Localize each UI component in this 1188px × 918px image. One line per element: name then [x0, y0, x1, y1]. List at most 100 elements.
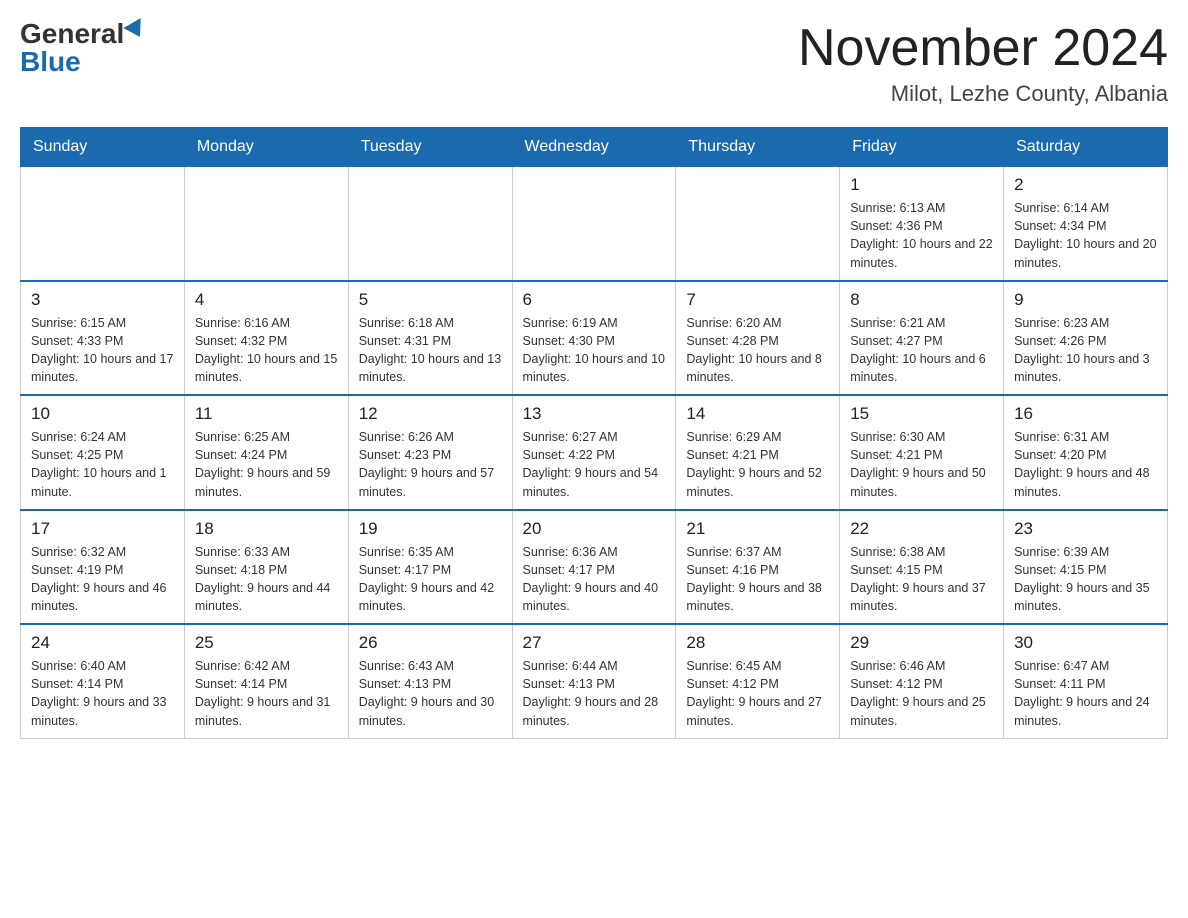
calendar-cell: 4 Sunrise: 6:16 AMSunset: 4:32 PMDaylight… — [184, 281, 348, 396]
calendar-cell: 20 Sunrise: 6:36 AMSunset: 4:17 PMDayligh… — [512, 510, 676, 625]
day-number: 9 — [1014, 290, 1157, 310]
day-number: 17 — [31, 519, 174, 539]
calendar-cell: 12 Sunrise: 6:26 AMSunset: 4:23 PMDayligh… — [348, 395, 512, 510]
day-info: Sunrise: 6:30 AMSunset: 4:21 PMDaylight:… — [850, 428, 993, 501]
calendar-cell: 18 Sunrise: 6:33 AMSunset: 4:18 PMDayligh… — [184, 510, 348, 625]
calendar-cell: 1 Sunrise: 6:13 AMSunset: 4:36 PMDaylight… — [840, 167, 1004, 281]
weekday-header-saturday: Saturday — [1004, 128, 1168, 167]
day-number: 23 — [1014, 519, 1157, 539]
calendar-cell: 22 Sunrise: 6:38 AMSunset: 4:15 PMDayligh… — [840, 510, 1004, 625]
day-info: Sunrise: 6:13 AMSunset: 4:36 PMDaylight:… — [850, 199, 993, 272]
weekday-header-tuesday: Tuesday — [348, 128, 512, 167]
month-title: November 2024 — [798, 20, 1168, 77]
day-number: 26 — [359, 633, 502, 653]
day-info: Sunrise: 6:32 AMSunset: 4:19 PMDaylight:… — [31, 543, 174, 616]
weekday-header-sunday: Sunday — [21, 128, 185, 167]
day-number: 10 — [31, 404, 174, 424]
calendar-cell: 15 Sunrise: 6:30 AMSunset: 4:21 PMDayligh… — [840, 395, 1004, 510]
calendar-cell: 21 Sunrise: 6:37 AMSunset: 4:16 PMDayligh… — [676, 510, 840, 625]
calendar-cell: 2Sunrise: 6:14 AMSunset: 4:34 PMDaylight… — [1004, 167, 1168, 281]
calendar-cell: 14 Sunrise: 6:29 AMSunset: 4:21 PMDayligh… — [676, 395, 840, 510]
calendar-cell: 17 Sunrise: 6:32 AMSunset: 4:19 PMDayligh… — [21, 510, 185, 625]
calendar-table: SundayMondayTuesdayWednesdayThursdayFrid… — [20, 127, 1168, 739]
day-info: Sunrise: 6:47 AMSunset: 4:11 PMDaylight:… — [1014, 657, 1157, 730]
calendar-cell: 24Sunrise: 6:40 AMSunset: 4:14 PMDayligh… — [21, 624, 185, 738]
logo-triangle-icon — [124, 18, 149, 42]
day-info: Sunrise: 6:40 AMSunset: 4:14 PMDaylight:… — [31, 657, 174, 730]
calendar-cell: 23 Sunrise: 6:39 AMSunset: 4:15 PMDayligh… — [1004, 510, 1168, 625]
day-info: Sunrise: 6:31 AMSunset: 4:20 PMDaylight:… — [1014, 428, 1157, 501]
day-info: Sunrise: 6:43 AMSunset: 4:13 PMDaylight:… — [359, 657, 502, 730]
day-number: 28 — [686, 633, 829, 653]
day-number: 2 — [1014, 175, 1157, 195]
day-info: Sunrise: 6:37 AMSunset: 4:16 PMDaylight:… — [686, 543, 829, 616]
calendar-cell: 5Sunrise: 6:18 AMSunset: 4:31 PMDaylight… — [348, 281, 512, 396]
day-number: 15 — [850, 404, 993, 424]
weekday-header-row: SundayMondayTuesdayWednesdayThursdayFrid… — [21, 128, 1168, 167]
calendar-cell: 26 Sunrise: 6:43 AMSunset: 4:13 PMDayligh… — [348, 624, 512, 738]
day-info: Sunrise: 6:39 AMSunset: 4:15 PMDaylight:… — [1014, 543, 1157, 616]
page-header: General Blue November 2024 Milot, Lezhe … — [20, 20, 1168, 107]
weekday-header-friday: Friday — [840, 128, 1004, 167]
weekday-header-thursday: Thursday — [676, 128, 840, 167]
day-info: Sunrise: 6:25 AMSunset: 4:24 PMDaylight:… — [195, 428, 338, 501]
day-info: Sunrise: 6:35 AMSunset: 4:17 PMDaylight:… — [359, 543, 502, 616]
calendar-cell: 6 Sunrise: 6:19 AMSunset: 4:30 PMDaylight… — [512, 281, 676, 396]
calendar-cell — [21, 167, 185, 281]
day-number: 16 — [1014, 404, 1157, 424]
calendar-cell: 3Sunrise: 6:15 AMSunset: 4:33 PMDaylight… — [21, 281, 185, 396]
day-number: 29 — [850, 633, 993, 653]
day-number: 4 — [195, 290, 338, 310]
day-info: Sunrise: 6:20 AMSunset: 4:28 PMDaylight:… — [686, 314, 829, 387]
location-title: Milot, Lezhe County, Albania — [798, 81, 1168, 107]
day-number: 3 — [31, 290, 174, 310]
day-info: Sunrise: 6:44 AMSunset: 4:13 PMDaylight:… — [523, 657, 666, 730]
day-number: 22 — [850, 519, 993, 539]
day-info: Sunrise: 6:16 AMSunset: 4:32 PMDaylight:… — [195, 314, 338, 387]
calendar-cell: 30Sunrise: 6:47 AMSunset: 4:11 PMDayligh… — [1004, 624, 1168, 738]
day-info: Sunrise: 6:24 AMSunset: 4:25 PMDaylight:… — [31, 428, 174, 501]
day-info: Sunrise: 6:45 AMSunset: 4:12 PMDaylight:… — [686, 657, 829, 730]
day-info: Sunrise: 6:23 AMSunset: 4:26 PMDaylight:… — [1014, 314, 1157, 387]
logo-general: General — [20, 20, 124, 48]
calendar-cell: 28 Sunrise: 6:45 AMSunset: 4:12 PMDayligh… — [676, 624, 840, 738]
day-info: Sunrise: 6:26 AMSunset: 4:23 PMDaylight:… — [359, 428, 502, 501]
day-info: Sunrise: 6:27 AMSunset: 4:22 PMDaylight:… — [523, 428, 666, 501]
day-number: 12 — [359, 404, 502, 424]
day-number: 8 — [850, 290, 993, 310]
day-number: 20 — [523, 519, 666, 539]
calendar-cell: 25Sunrise: 6:42 AMSunset: 4:14 PMDayligh… — [184, 624, 348, 738]
day-info: Sunrise: 6:21 AMSunset: 4:27 PMDaylight:… — [850, 314, 993, 387]
day-number: 14 — [686, 404, 829, 424]
calendar-cell — [348, 167, 512, 281]
calendar-cell: 7 Sunrise: 6:20 AMSunset: 4:28 PMDaylight… — [676, 281, 840, 396]
day-number: 21 — [686, 519, 829, 539]
day-info: Sunrise: 6:33 AMSunset: 4:18 PMDaylight:… — [195, 543, 338, 616]
calendar-row: 1 Sunrise: 6:13 AMSunset: 4:36 PMDaylight… — [21, 167, 1168, 281]
calendar-cell: 19Sunrise: 6:35 AMSunset: 4:17 PMDayligh… — [348, 510, 512, 625]
day-number: 7 — [686, 290, 829, 310]
calendar-cell — [512, 167, 676, 281]
title-block: November 2024 Milot, Lezhe County, Alban… — [798, 20, 1168, 107]
day-info: Sunrise: 6:38 AMSunset: 4:15 PMDaylight:… — [850, 543, 993, 616]
day-info: Sunrise: 6:29 AMSunset: 4:21 PMDaylight:… — [686, 428, 829, 501]
day-number: 6 — [523, 290, 666, 310]
day-number: 11 — [195, 404, 338, 424]
calendar-cell: 11 Sunrise: 6:25 AMSunset: 4:24 PMDayligh… — [184, 395, 348, 510]
calendar-cell: 9 Sunrise: 6:23 AMSunset: 4:26 PMDaylight… — [1004, 281, 1168, 396]
logo-blue: Blue — [20, 48, 81, 76]
day-number: 27 — [523, 633, 666, 653]
day-info: Sunrise: 6:42 AMSunset: 4:14 PMDaylight:… — [195, 657, 338, 730]
day-info: Sunrise: 6:19 AMSunset: 4:30 PMDaylight:… — [523, 314, 666, 387]
weekday-header-monday: Monday — [184, 128, 348, 167]
calendar-row: 17 Sunrise: 6:32 AMSunset: 4:19 PMDayligh… — [21, 510, 1168, 625]
day-number: 1 — [850, 175, 993, 195]
calendar-row: 10 Sunrise: 6:24 AMSunset: 4:25 PMDayligh… — [21, 395, 1168, 510]
day-info: Sunrise: 6:18 AMSunset: 4:31 PMDaylight:… — [359, 314, 502, 387]
day-info: Sunrise: 6:36 AMSunset: 4:17 PMDaylight:… — [523, 543, 666, 616]
calendar-cell: 8 Sunrise: 6:21 AMSunset: 4:27 PMDaylight… — [840, 281, 1004, 396]
calendar-row: 3Sunrise: 6:15 AMSunset: 4:33 PMDaylight… — [21, 281, 1168, 396]
weekday-header-wednesday: Wednesday — [512, 128, 676, 167]
day-number: 18 — [195, 519, 338, 539]
calendar-cell — [184, 167, 348, 281]
